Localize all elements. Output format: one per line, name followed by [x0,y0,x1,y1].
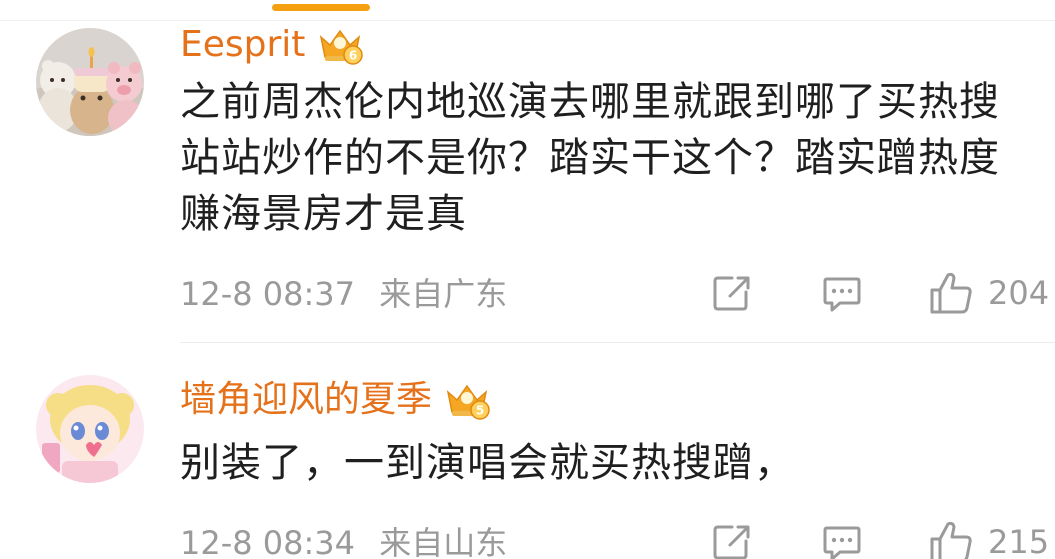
thumbs-up-icon [930,272,972,314]
username-row: Eesprit 6 [180,22,365,68]
comment-text-line: 别装了，一到演唱会就买热搜蹭， [180,440,795,486]
comment-text-line: 站站炒作的不是你？踏实干这个？踏实蹭热度 [180,135,1000,181]
comment-time: 12-8 08:37 [180,275,356,313]
comment-text-line: 之前周杰伦内地巡演去哪里就跟到哪了买热搜 [180,79,1000,125]
like-count: 204 [988,274,1050,312]
username[interactable]: Eesprit [180,22,305,68]
comment-feed: Eesprit 6 之前周杰伦内地巡演去哪里就跟到哪了买热搜 站站炒作的不是你？… [0,0,1055,559]
comment-item: 墙角迎风的夏季 5 别装了，一到演唱会就买热搜蹭， 12-8 08:34 来自山… [0,343,1055,559]
comment-icon [823,277,861,312]
share-button[interactable] [712,274,752,312]
like-button[interactable]: 204 [928,270,1049,316]
comment-text: 别装了，一到演唱会就买热搜蹭， [180,435,1050,491]
like-count: 215 [988,523,1050,559]
comment-meta: 12-8 08:37 来自广东 [180,272,507,316]
avatar[interactable] [36,28,144,136]
comment-meta: 12-8 08:34 来自山东 [180,521,507,559]
comment-icon [823,526,861,559]
share-icon [713,525,750,559]
badge-level: 6 [349,49,357,63]
crown-level-badge-icon: 5 [446,384,490,420]
username-row: 墙角迎风的夏季 5 [180,377,492,423]
badge-level: 5 [476,404,484,418]
username[interactable]: 墙角迎风的夏季 [180,377,432,423]
comment-location: 来自广东 [379,275,508,313]
comment-time: 12-8 08:34 [180,524,356,559]
comment-text: 之前周杰伦内地巡演去哪里就跟到哪了买热搜 站站炒作的不是你？踏实干这个？踏实蹭热… [180,74,1050,242]
comment-location: 来自山东 [379,524,508,559]
comment-text-line: 赚海景房才是真 [180,191,467,237]
like-button[interactable]: 215 [928,519,1049,559]
avatar[interactable] [36,375,144,483]
share-icon [713,276,750,311]
comment-button[interactable] [822,274,862,314]
thumbs-up-icon [930,521,972,559]
share-button[interactable] [712,523,752,559]
comment-button[interactable] [822,523,862,559]
crown-level-badge-icon: 6 [320,29,364,65]
comment-item: Eesprit 6 之前周杰伦内地巡演去哪里就跟到哪了买热搜 站站炒作的不是你？… [0,0,1055,340]
